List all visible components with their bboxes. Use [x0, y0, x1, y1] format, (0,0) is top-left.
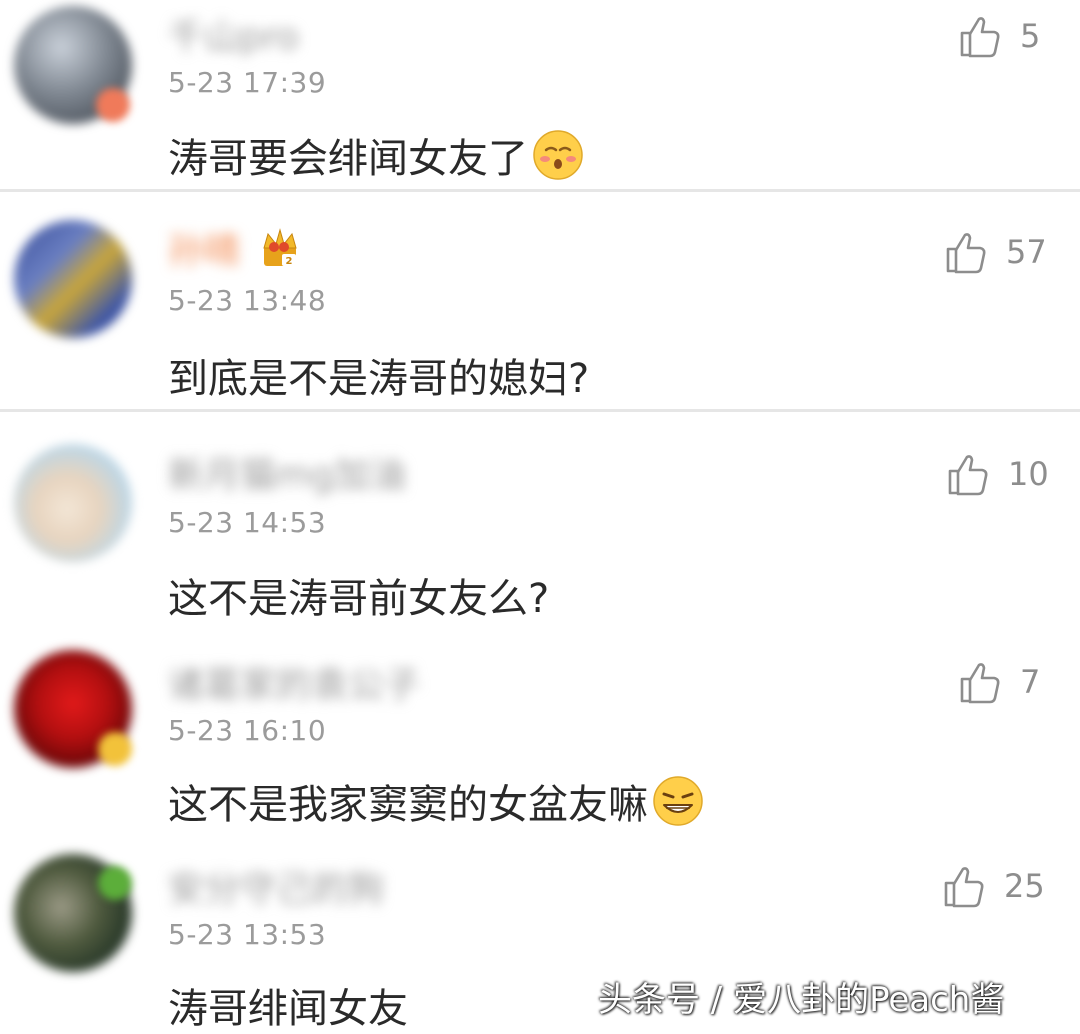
avatar-badge	[96, 88, 130, 122]
comment-text: 涛哥绯闻女友	[168, 976, 408, 1034]
like-count: 25	[1004, 867, 1045, 905]
timestamp: 5-23 14:53	[168, 506, 327, 539]
thumbs-up-icon	[946, 233, 986, 274]
comment-text-content: 涛哥绯闻女友	[168, 986, 408, 1032]
avatar[interactable]	[14, 444, 132, 562]
avatar[interactable]	[14, 220, 132, 338]
like-count: 57	[1006, 233, 1047, 271]
like-count: 10	[1008, 455, 1049, 493]
username[interactable]: 安分守己的狗	[168, 860, 384, 912]
timestamp: 5-23 17:39	[168, 66, 327, 99]
username[interactable]: 诸葛家的袁公子	[168, 656, 420, 708]
comment-text: 这不是涛哥前女友么?	[168, 566, 549, 624]
thumbs-up-icon	[944, 867, 984, 908]
comment-text-content: 这不是我家窦窦的女盆友嘛	[168, 782, 648, 828]
like-button[interactable]: 7	[958, 660, 1040, 704]
vip-crown-icon: 2	[263, 228, 297, 267]
like-button[interactable]: 5	[958, 14, 1040, 58]
like-count: 5	[1020, 17, 1041, 55]
timestamp: 5-23 16:10	[168, 714, 327, 747]
thumbs-up-icon	[960, 17, 1000, 58]
blush-emoji-icon	[533, 130, 583, 180]
grin-emoji-icon	[653, 776, 703, 826]
comment-text-content: 到底是不是涛哥的媳妇?	[168, 356, 590, 402]
comment-text: 涛哥要会绯闻女友了	[168, 126, 584, 184]
watermark: 头条号 / 爱八卦的Peach酱	[598, 980, 1005, 1020]
username[interactable]: 新月猫mg加油	[168, 446, 406, 498]
comment-text: 这不是我家窦窦的女盆友嘛	[168, 772, 704, 830]
comment-text-content: 这不是涛哥前女友么?	[168, 576, 550, 622]
comment-text: 到底是不是涛哥的媳妇?	[168, 346, 589, 404]
timestamp: 5-23 13:53	[168, 918, 327, 951]
username[interactable]: 孙晴	[168, 222, 240, 274]
username[interactable]: 千山pro	[168, 8, 299, 60]
comment-text-content: 涛哥要会绯闻女友了	[168, 136, 528, 182]
like-count: 7	[1020, 663, 1041, 701]
avatar-badge	[98, 866, 132, 900]
divider	[0, 409, 1080, 412]
like-button[interactable]: 10	[946, 452, 1049, 496]
thumbs-up-icon	[948, 455, 988, 496]
like-button[interactable]: 25	[942, 864, 1045, 908]
like-button[interactable]: 57	[944, 230, 1047, 274]
svg-text:2: 2	[286, 256, 293, 267]
divider	[0, 189, 1080, 192]
timestamp: 5-23 13:48	[168, 284, 327, 317]
thumbs-up-icon	[960, 663, 1000, 704]
avatar-badge	[98, 732, 132, 766]
